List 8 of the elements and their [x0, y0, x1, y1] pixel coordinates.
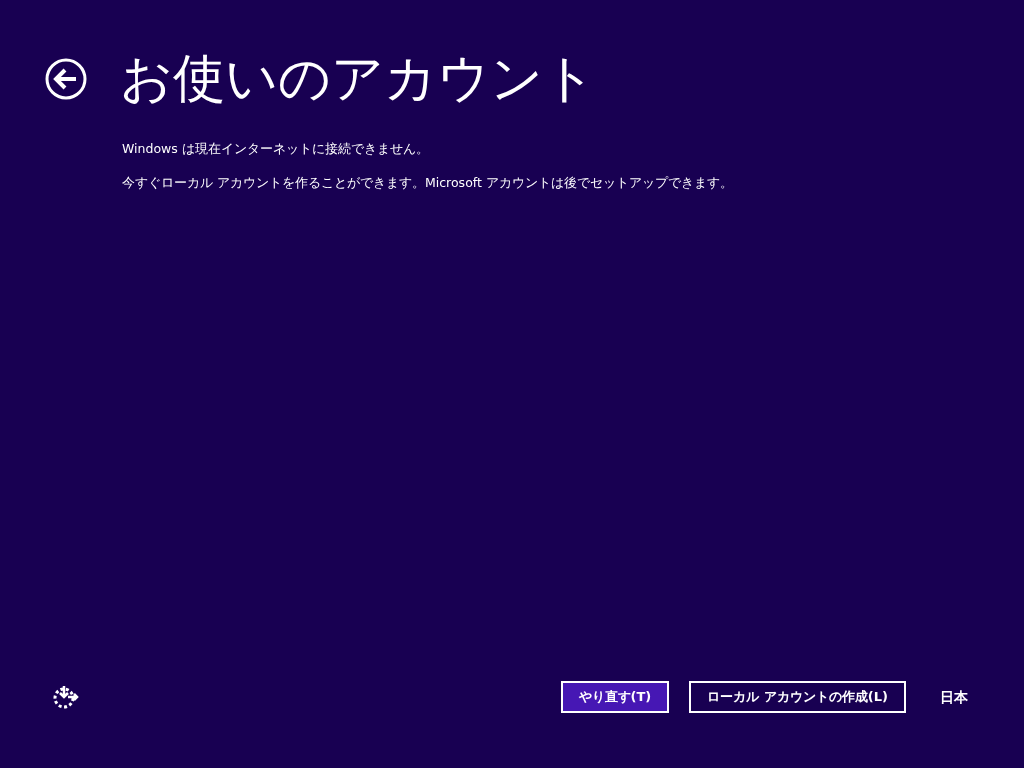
- retry-button[interactable]: やり直す(T): [560, 681, 670, 713]
- language-label[interactable]: 日本: [940, 686, 968, 708]
- page-title: お使いのアカウント: [120, 50, 596, 106]
- message-text: 今すぐローカル アカウントを作ることができます。Microsoft アカウントは後でセットアップできます。: [122, 175, 734, 191]
- ease-of-access-icon[interactable]: [53, 685, 79, 709]
- message-text: Windows は現在インターネットに接続できません。: [122, 141, 430, 157]
- create-local-account-button[interactable]: ローカル アカウントの作成(L): [689, 681, 906, 713]
- back-icon[interactable]: [45, 58, 87, 100]
